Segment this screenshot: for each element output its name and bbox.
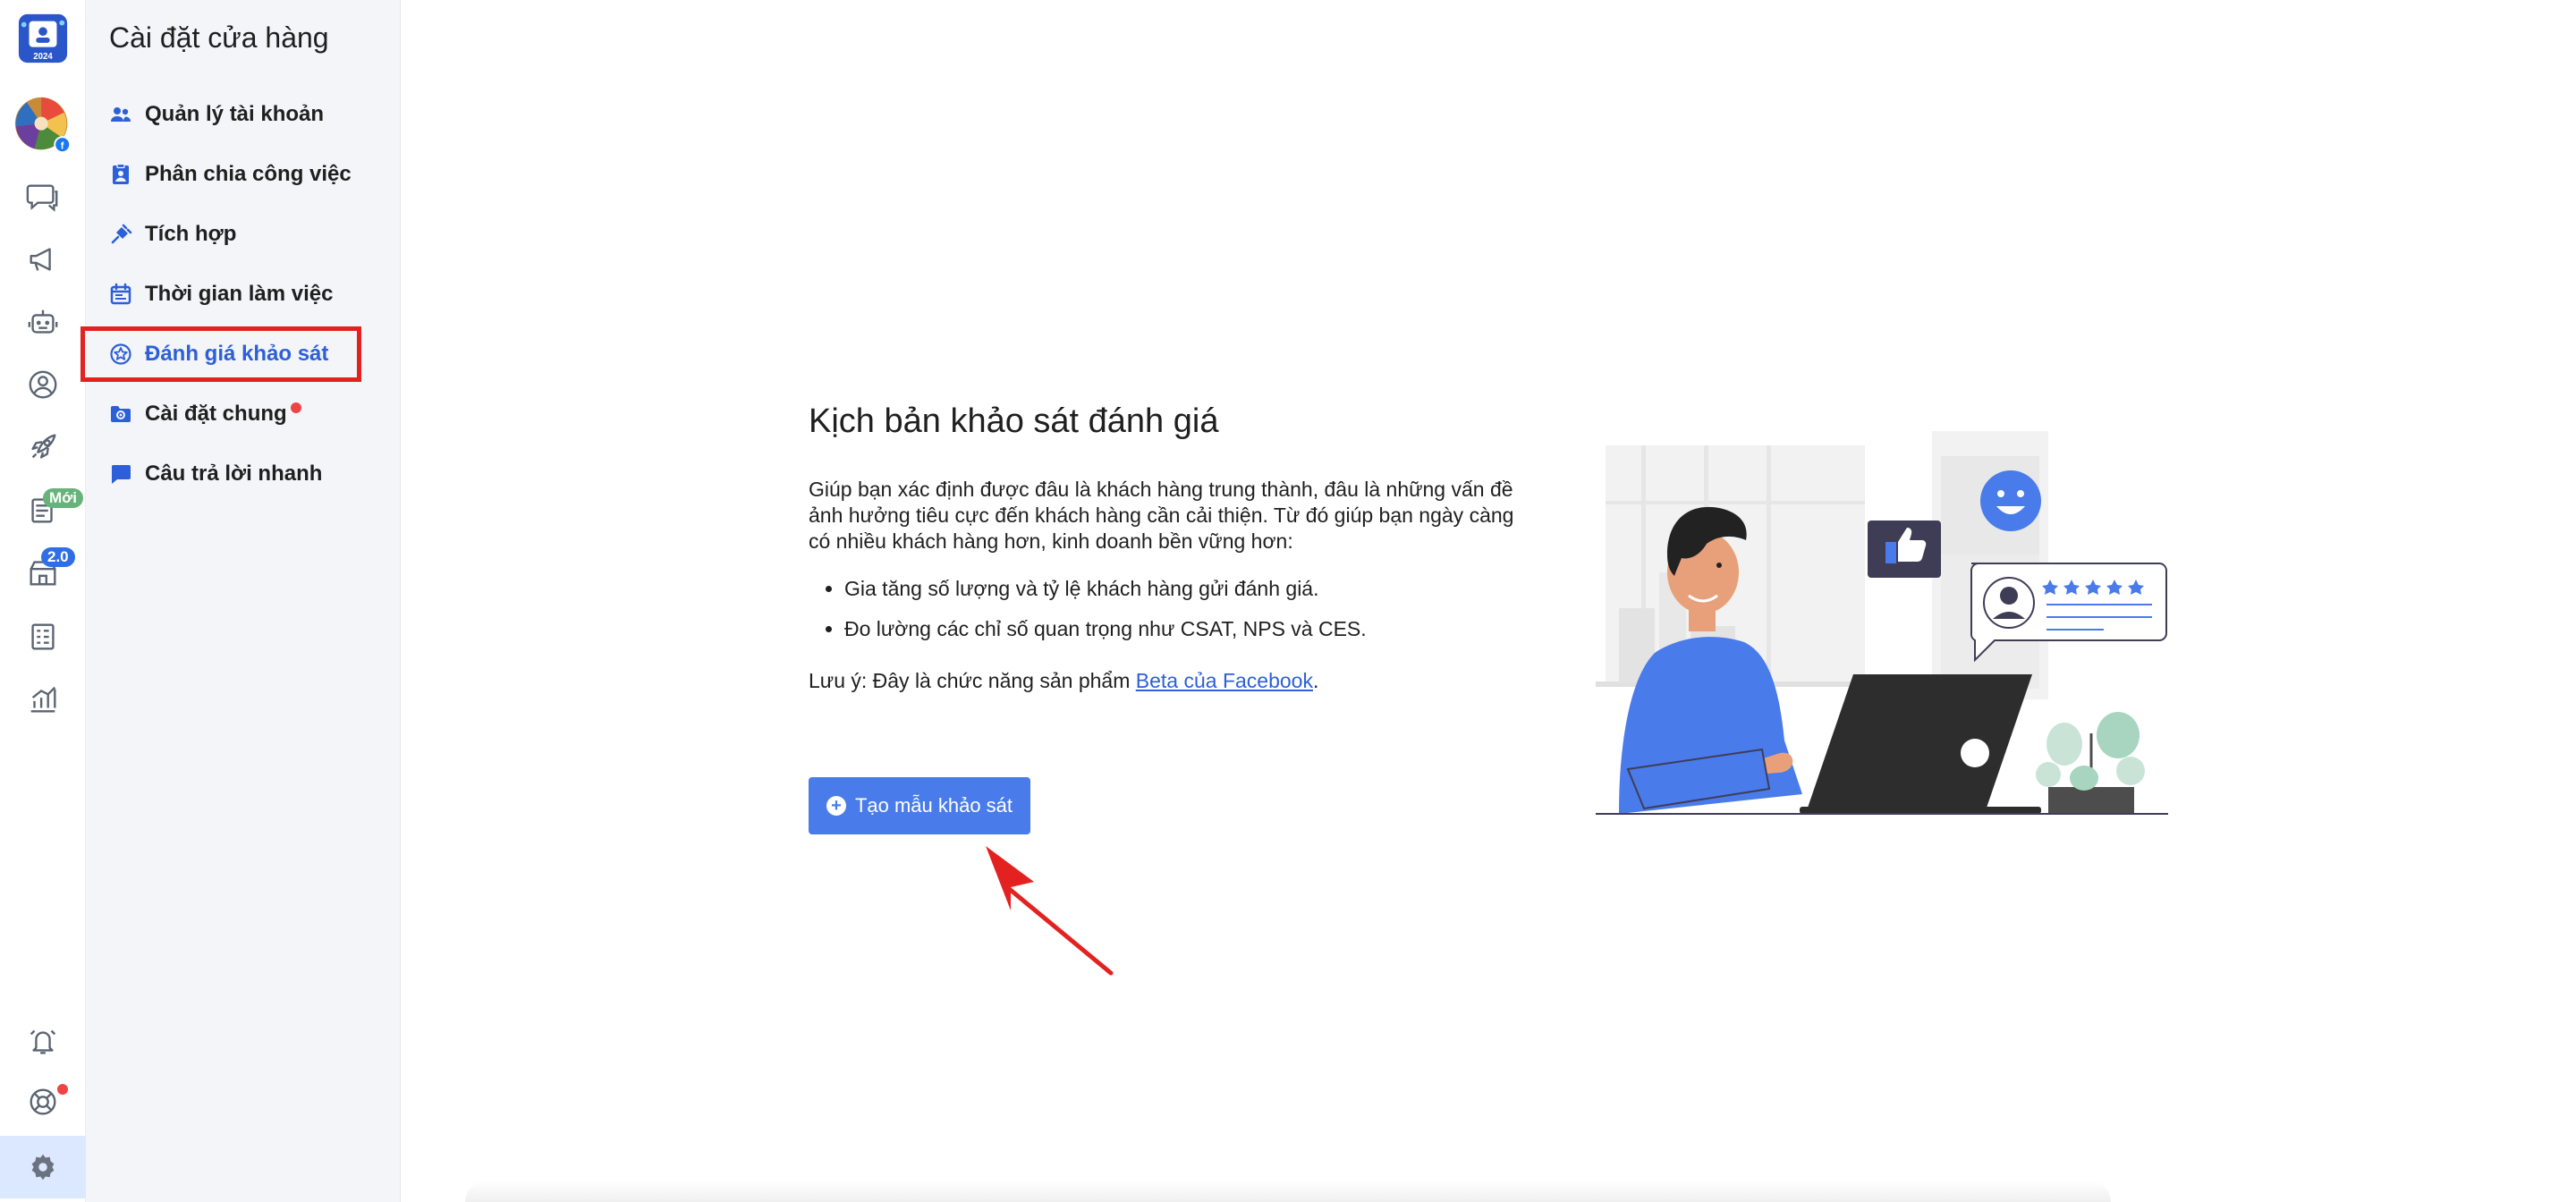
app-logo[interactable]: 2024 <box>0 7 86 70</box>
sidebar-item-label: Quản lý tài khoản <box>145 102 325 126</box>
chat-icon <box>26 184 58 212</box>
create-button-label: Tạo mẫu khảo sát <box>854 794 1013 817</box>
lifebuoy-icon <box>30 1088 56 1115</box>
benefit-list: Gia tăng số lượng và tỷ lệ khách hàng gử… <box>844 569 1524 649</box>
megaphone-icon <box>30 248 51 271</box>
sidebar-title: Cài đặt cửa hàng <box>109 21 329 54</box>
rail-notifications[interactable] <box>0 1012 86 1070</box>
sidebar-item-label: Cài đặt chung <box>145 402 287 426</box>
sidebar-item-working-hours[interactable]: Thời gian làm việc <box>86 269 358 319</box>
avatar-icon: f <box>14 97 72 154</box>
sidebar-item-work-assignment[interactable]: Phân chia công việc <box>86 149 358 199</box>
user-circle-icon <box>29 370 57 399</box>
settings-folder-icon <box>109 402 132 426</box>
description: Giúp bạn xác định được đâu là khách hàng… <box>809 478 1514 553</box>
rail-chatbot[interactable] <box>0 293 86 351</box>
users-icon <box>109 103 132 126</box>
list-item: Gia tăng số lượng và tỷ lệ khách hàng gử… <box>844 569 1524 609</box>
create-survey-template-button[interactable]: + Tạo mẫu khảo sát <box>809 777 1030 834</box>
rail-content[interactable]: Mới <box>0 481 86 538</box>
plus-circle-icon: + <box>826 796 846 816</box>
rail-broadcast[interactable] <box>0 231 86 288</box>
rail-help[interactable] <box>0 1073 86 1130</box>
icon-rail: 2024 f Mới 2.0 <box>0 0 86 1202</box>
highlight-annotation <box>80 326 361 382</box>
red-arrow-annotation <box>986 846 1114 976</box>
calendar-icon <box>109 283 132 306</box>
note-prefix: Lưu ý: Đây là chức năng sản phẩm <box>809 669 1136 692</box>
survey-illustration <box>1596 431 2168 815</box>
receipt-icon <box>31 623 55 650</box>
rocket-icon <box>31 434 56 459</box>
rail-orders[interactable] <box>0 608 86 665</box>
assignment-icon <box>109 163 132 186</box>
robot-icon <box>28 309 58 334</box>
plug-icon <box>109 223 132 246</box>
facebook-beta-link[interactable]: Beta của Facebook <box>1136 669 1313 692</box>
page-avatar[interactable]: f <box>0 93 86 157</box>
sidebar-item-label: Tích hợp <box>145 222 237 246</box>
svg-text:f: f <box>61 140 64 151</box>
sidebar-item-quick-replies[interactable]: Câu trả lời nhanh <box>86 449 358 499</box>
rail-growth[interactable] <box>0 419 86 476</box>
bottom-scroll-shadow <box>465 1181 2111 1202</box>
page-title: Kịch bản khảo sát đánh giá <box>809 402 1219 440</box>
sidebar-item-label: Câu trả lời nhanh <box>145 461 323 486</box>
sidebar-item-general-settings[interactable]: Cài đặt chung <box>86 389 358 439</box>
new-badge: Mới <box>43 488 83 508</box>
sidebar-item-integration[interactable]: Tích hợp <box>86 209 358 259</box>
help-notification-dot <box>57 1084 68 1095</box>
logo-year: 2024 <box>33 52 53 62</box>
rail-customers[interactable] <box>0 356 86 413</box>
sidebar-item-label: Thời gian làm việc <box>145 282 334 306</box>
beta-note: Lưu ý: Đây là chức năng sản phẩm Beta củ… <box>809 669 1524 693</box>
list-item: Đo lường các chỉ số quan trọng như CSAT,… <box>844 609 1524 649</box>
notification-dot <box>290 402 301 413</box>
survey-intro: Kịch bản khảo sát đánh giá Giúp bạn xác … <box>809 402 1524 693</box>
version-badge: 2.0 <box>41 547 75 567</box>
chat-bubble-icon <box>109 462 132 486</box>
settings-sidebar: Cài đặt cửa hàng Quản lý tài khoản Phân … <box>86 0 401 1202</box>
sidebar-item-label: Phân chia công việc <box>145 162 352 186</box>
chart-icon <box>30 686 56 713</box>
rail-analytics[interactable] <box>0 671 86 728</box>
sidebar-item-account-management[interactable]: Quản lý tài khoản <box>86 89 358 140</box>
gear-icon <box>31 1154 55 1181</box>
rail-settings[interactable] <box>0 1136 86 1198</box>
rail-store[interactable]: 2.0 <box>0 544 86 601</box>
rail-conversations[interactable] <box>0 168 86 225</box>
app-logo-icon: 2024 <box>18 13 68 63</box>
note-suffix: . <box>1312 669 1319 692</box>
bell-icon <box>30 1029 56 1054</box>
